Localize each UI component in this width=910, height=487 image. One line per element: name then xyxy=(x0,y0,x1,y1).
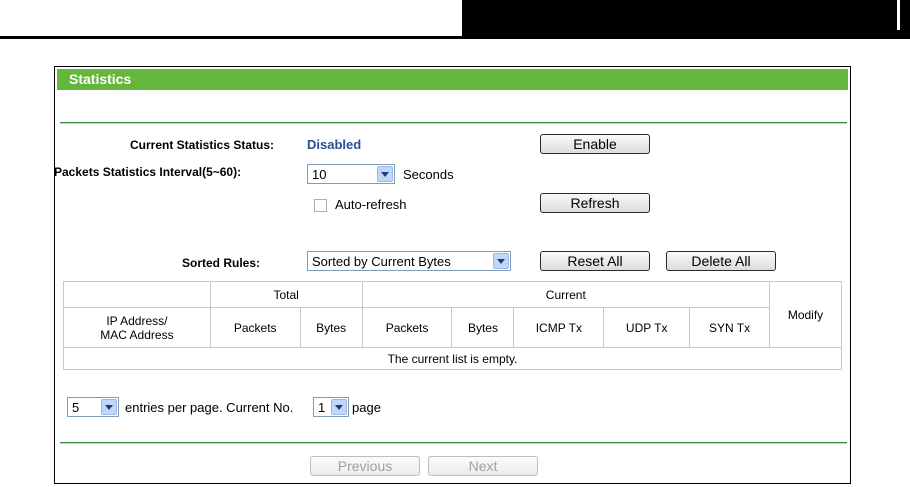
table-col-udp: UDP Tx xyxy=(603,307,691,348)
interval-value: 10 xyxy=(312,167,327,182)
table-group-current: Current xyxy=(361,281,771,308)
chevron-down-icon xyxy=(101,399,117,415)
delete-all-button[interactable]: Delete All xyxy=(666,251,776,271)
table-col-ip-label: IP Address/ xyxy=(106,313,168,328)
header-banner-notch xyxy=(897,0,900,30)
page-number-select[interactable]: 1 xyxy=(313,397,349,417)
page-number-value: 1 xyxy=(318,400,326,415)
interval-unit: Seconds xyxy=(403,167,454,182)
entries-per-page-label: entries per page. Current No. xyxy=(125,400,294,415)
reset-all-button[interactable]: Reset All xyxy=(540,251,650,271)
status-value: Disabled xyxy=(307,137,362,152)
sorted-rules-label: Sorted Rules: xyxy=(182,256,261,270)
enable-button[interactable]: Enable xyxy=(540,134,650,154)
status-label: Current Statistics Status: xyxy=(130,138,275,152)
table-subheader-row: IP Address/ MAC Address Packets Bytes Pa… xyxy=(63,307,842,348)
page-label: page xyxy=(352,400,381,415)
entries-per-page-value: 5 xyxy=(72,400,80,415)
table-col-total-packets: Packets xyxy=(209,307,301,348)
interval-select[interactable]: 10 xyxy=(307,164,395,184)
chevron-down-icon xyxy=(331,399,347,415)
table-col-mac-label: MAC Address xyxy=(100,327,174,342)
table-col-ip-mac: IP Address/ MAC Address xyxy=(63,307,211,348)
page-title: Statistics xyxy=(69,71,132,87)
auto-refresh-label: Auto-refresh xyxy=(335,197,407,212)
table-col-syn: SYN Tx xyxy=(689,307,770,348)
interval-label: Packets Statistics Interval(5~60): xyxy=(54,165,242,179)
sorted-rules-select[interactable]: Sorted by Current Bytes xyxy=(307,251,511,271)
table-col-modify: Modify xyxy=(769,281,842,348)
divider-top xyxy=(60,122,847,124)
table-header-blank xyxy=(63,281,211,308)
auto-refresh-checkbox[interactable] xyxy=(314,199,327,212)
chevron-down-icon xyxy=(377,166,393,182)
table-col-icmp: ICMP Tx xyxy=(513,307,605,348)
table-col-current-packets: Packets xyxy=(361,307,453,348)
title-bar: Statistics xyxy=(57,69,848,90)
sorted-rules-value: Sorted by Current Bytes xyxy=(312,254,451,269)
table-group-total: Total xyxy=(209,281,363,308)
statistics-table: Total Current Modify IP Address/ MAC Add… xyxy=(63,281,842,370)
previous-button[interactable]: Previous xyxy=(310,456,420,476)
refresh-button[interactable]: Refresh xyxy=(540,193,650,213)
table-header-row: Total Current Modify xyxy=(63,281,842,348)
table-col-current-bytes: Bytes xyxy=(451,307,515,348)
header-rule xyxy=(0,36,470,39)
chevron-down-icon xyxy=(493,253,509,269)
table-row: The current list is empty. xyxy=(63,347,842,370)
statistics-panel: Statistics Current Statistics Status: Di… xyxy=(54,66,851,484)
next-button[interactable]: Next xyxy=(428,456,538,476)
header-banner xyxy=(462,0,910,39)
divider-bottom xyxy=(60,442,847,444)
entries-per-page-select[interactable]: 5 xyxy=(67,397,119,417)
table-empty-message: The current list is empty. xyxy=(63,347,842,370)
table-col-total-bytes: Bytes xyxy=(299,307,363,348)
